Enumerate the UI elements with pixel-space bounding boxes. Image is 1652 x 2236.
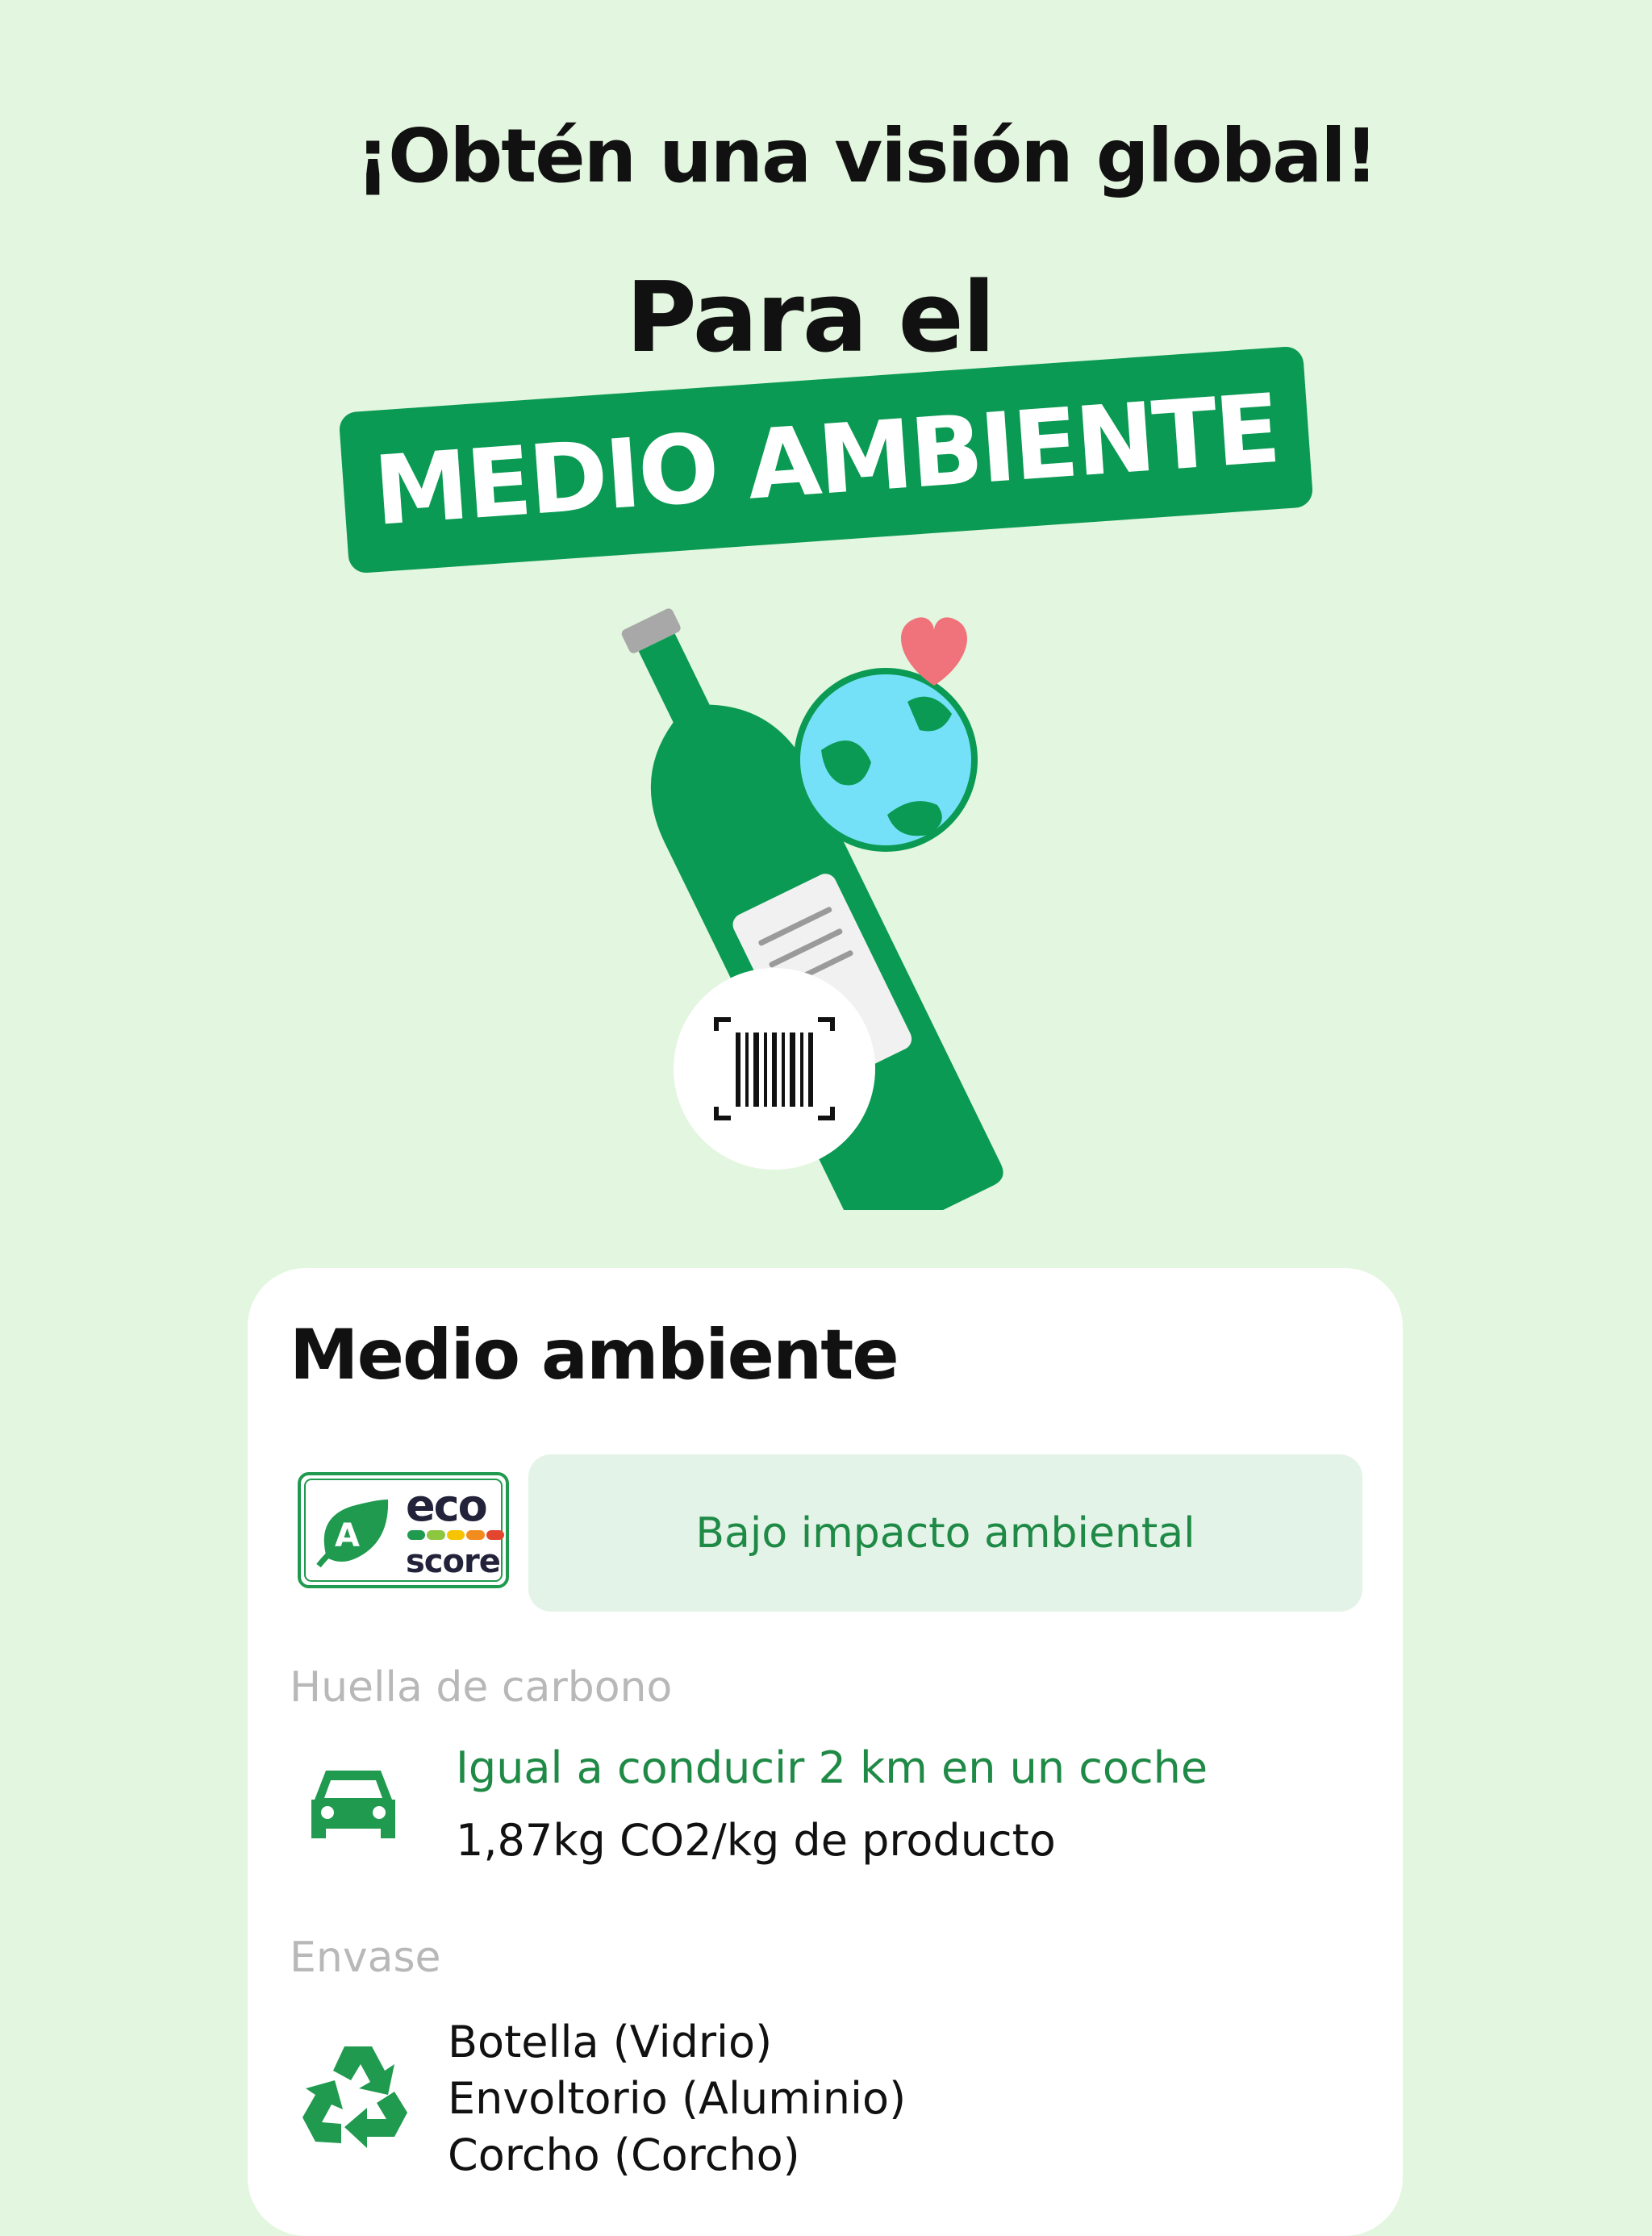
globe-icon: [794, 668, 978, 852]
ecoscore-grade: A: [335, 1517, 360, 1554]
barcode-scan-icon: [674, 968, 875, 1170]
card-title: Medio ambiente: [290, 1315, 899, 1395]
packaging-list: Botella (Vidrio) Envoltorio (Aluminio) C…: [448, 2014, 906, 2184]
banner-text: MEDIO AMBIENTE: [370, 373, 1282, 547]
bottle-illustration: [621, 608, 1003, 1210]
car-icon: [311, 1771, 395, 1838]
carbon-value: 1,87kg CO2/kg de producto: [456, 1815, 1056, 1866]
ecoscore-eco-text: eco: [406, 1480, 488, 1531]
recycle-icon: [302, 2046, 407, 2148]
carbon-footprint-label: Huella de carbono: [290, 1663, 673, 1712]
packaging-item: Corcho (Corcho): [448, 2130, 800, 2180]
packaging-label: Envase: [290, 1934, 441, 1982]
carbon-equivalence: Igual a conducir 2 km en un coche: [456, 1742, 1208, 1793]
ecoscore-color-bar: [407, 1530, 505, 1540]
ecoscore-score-text: score: [406, 1543, 501, 1580]
hero-headline: ¡Obtén una visión global!: [356, 113, 1379, 199]
medio-ambiente-banner: MEDIO AMBIENTE: [338, 345, 1314, 574]
packaging-item: Envoltorio (Aluminio): [448, 2073, 907, 2124]
hero-subheadline: Para el: [625, 262, 995, 374]
impact-status-pill: Bajo impacto ambiental: [528, 1454, 1362, 1612]
environment-card: Medio ambiente A eco score Bajo impacto …: [248, 1268, 1403, 2236]
packaging-item: Botella (Vidrio): [448, 2017, 773, 2067]
ecoscore-badge: A eco score: [298, 1472, 509, 1588]
